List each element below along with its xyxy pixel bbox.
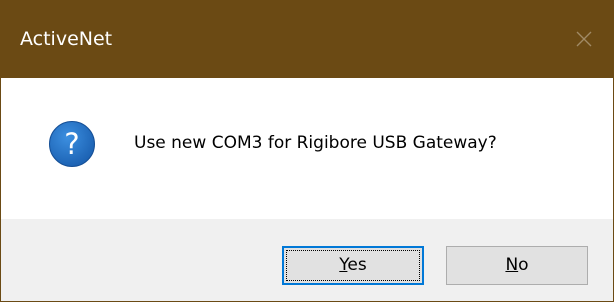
close-icon [576,31,592,47]
question-icon: ? [48,120,96,168]
dialog-message: Use new COM3 for Rigibore USB Gateway? [134,133,497,153]
yes-label: es [347,255,367,275]
close-button[interactable] [567,22,601,56]
title-bar[interactable]: ActiveNet [1,0,613,78]
svg-text:?: ? [64,127,79,161]
no-label: o [518,255,529,275]
dialog-content: ? Use new COM3 for Rigibore USB Gateway? [1,78,613,219]
no-button[interactable]: No [446,246,588,285]
yes-button[interactable]: Yes [282,246,424,285]
button-bar: Yes No [1,219,613,301]
window-title: ActiveNet [20,28,113,50]
no-mnemonic: N [505,255,519,275]
dialog-window: ActiveNet ? Use new COM3 for Rigibore US [0,0,614,302]
